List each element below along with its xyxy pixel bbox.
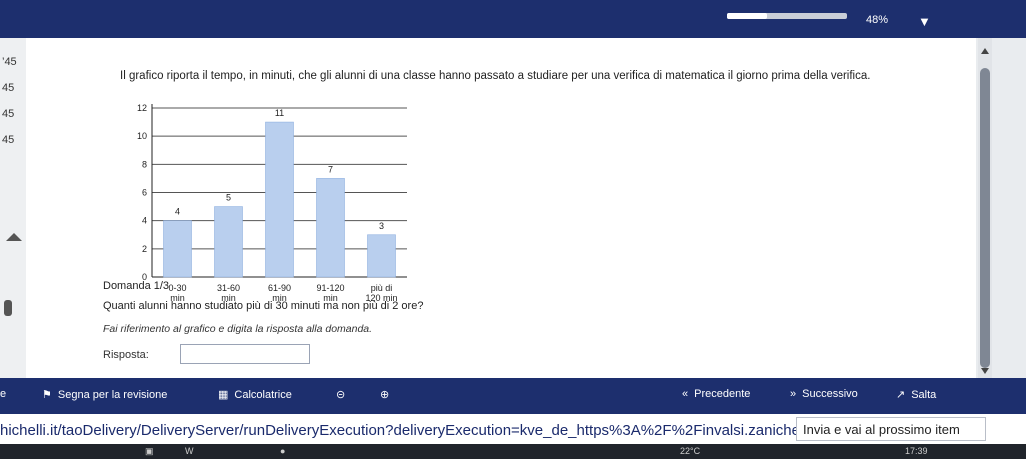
x-tick-label: 31-60 bbox=[217, 283, 240, 293]
zoom-out-icon[interactable]: ⊝ bbox=[336, 388, 345, 401]
bar bbox=[265, 121, 294, 278]
y-tick-label: 2 bbox=[142, 244, 147, 254]
bar bbox=[163, 220, 192, 278]
test-progress-fill bbox=[727, 13, 767, 19]
y-tick-label: 6 bbox=[142, 188, 147, 198]
question-hint: Fai riferimento al grafico e digita la r… bbox=[103, 323, 373, 335]
bar bbox=[367, 234, 396, 278]
truncated-label: e bbox=[0, 388, 7, 400]
battery-percent: 48% bbox=[866, 14, 889, 26]
question-text: Quanti alunni hanno studiato più di 30 m… bbox=[103, 300, 424, 312]
calculator-button[interactable]: ▦ Calcolatrice bbox=[218, 388, 292, 401]
x-tick-label: più di bbox=[371, 283, 393, 293]
scroll-up-arrow-icon[interactable] bbox=[6, 233, 22, 241]
answer-input[interactable] bbox=[180, 344, 310, 364]
data-label: 5 bbox=[226, 193, 231, 203]
calculator-label: Calcolatrice bbox=[234, 389, 292, 401]
question-number: Domanda 1/3 bbox=[103, 280, 170, 292]
sidebar-time: ’45 bbox=[2, 56, 17, 68]
answer-label: Risposta: bbox=[103, 349, 149, 361]
taskview-icon[interactable]: ▣ bbox=[145, 446, 154, 457]
chrome-icon[interactable]: ● bbox=[280, 446, 285, 456]
y-tick-label: 4 bbox=[142, 216, 147, 226]
page-url: hichelli.it/taoDelivery/DeliveryServer/r… bbox=[0, 422, 804, 439]
previous-button[interactable]: « Precedente bbox=[682, 388, 750, 400]
external-link-icon: ↗ bbox=[896, 389, 906, 401]
double-chevron-left-icon: « bbox=[682, 388, 689, 400]
sidebar-time: 45 bbox=[2, 134, 15, 146]
x-tick-label: 61-90 bbox=[268, 283, 291, 293]
data-label: 11 bbox=[275, 108, 284, 118]
top-bar: 48% ▼ bbox=[0, 0, 1026, 38]
scroll-down-icon[interactable] bbox=[981, 368, 989, 374]
os-taskbar: ▣ W ● 22°C 17:39 bbox=[0, 444, 1026, 459]
x-tick-label: 0-30 bbox=[168, 283, 186, 293]
next-button[interactable]: » Successivo bbox=[790, 388, 858, 400]
zoom-in-icon[interactable]: ⊕ bbox=[380, 388, 389, 401]
action-bar: e ⚑ Segna per la revisione ▦ Calcolatrice … bbox=[0, 378, 1026, 414]
x-tick-label: 91-120 bbox=[316, 283, 344, 293]
skip-button[interactable]: ↗ Salta bbox=[896, 388, 936, 401]
word-icon[interactable]: W bbox=[185, 446, 194, 456]
scroll-up-icon[interactable] bbox=[981, 48, 989, 54]
browser-status-bar: hichelli.it/taoDelivery/DeliveryServer/r… bbox=[0, 414, 1026, 444]
scroll-thumb[interactable] bbox=[980, 68, 990, 368]
clock-text: 17:39 bbox=[905, 446, 928, 456]
sidebar-time: 45 bbox=[2, 108, 15, 120]
bar bbox=[316, 178, 345, 278]
previous-label: Precedente bbox=[694, 388, 751, 400]
review-button[interactable]: ⚑ Segna per la revisione bbox=[42, 388, 167, 401]
flag-icon: ⚑ bbox=[42, 389, 52, 401]
vertical-scrollbar[interactable] bbox=[978, 38, 992, 378]
double-chevron-right-icon: » bbox=[790, 388, 797, 400]
calculator-icon: ▦ bbox=[218, 389, 229, 401]
timer-sidebar: ’45 45 45 45 bbox=[0, 38, 26, 395]
data-label: 4 bbox=[175, 207, 180, 217]
skip-label: Salta bbox=[911, 389, 937, 401]
next-label: Successivo bbox=[802, 388, 858, 400]
data-label: 7 bbox=[328, 164, 333, 174]
question-panel: Il grafico riporta il tempo, in minuti, … bbox=[26, 38, 976, 378]
sidebar-time: 45 bbox=[2, 82, 15, 94]
side-handle[interactable] bbox=[4, 300, 12, 316]
y-tick-label: 10 bbox=[137, 131, 147, 141]
bar bbox=[214, 206, 243, 278]
test-progress-bar bbox=[727, 13, 847, 19]
question-intro: Il grafico riporta il tempo, in minuti, … bbox=[120, 70, 871, 82]
next-item-tooltip: Invia e vai al prossimo item bbox=[796, 417, 986, 441]
y-tick-label: 12 bbox=[137, 103, 147, 113]
data-label: 3 bbox=[379, 221, 384, 231]
weather-text: 22°C bbox=[680, 446, 701, 456]
wifi-icon: ▼ bbox=[918, 14, 931, 29]
review-label: Segna per la revisione bbox=[57, 389, 168, 401]
y-tick-label: 8 bbox=[142, 159, 147, 169]
